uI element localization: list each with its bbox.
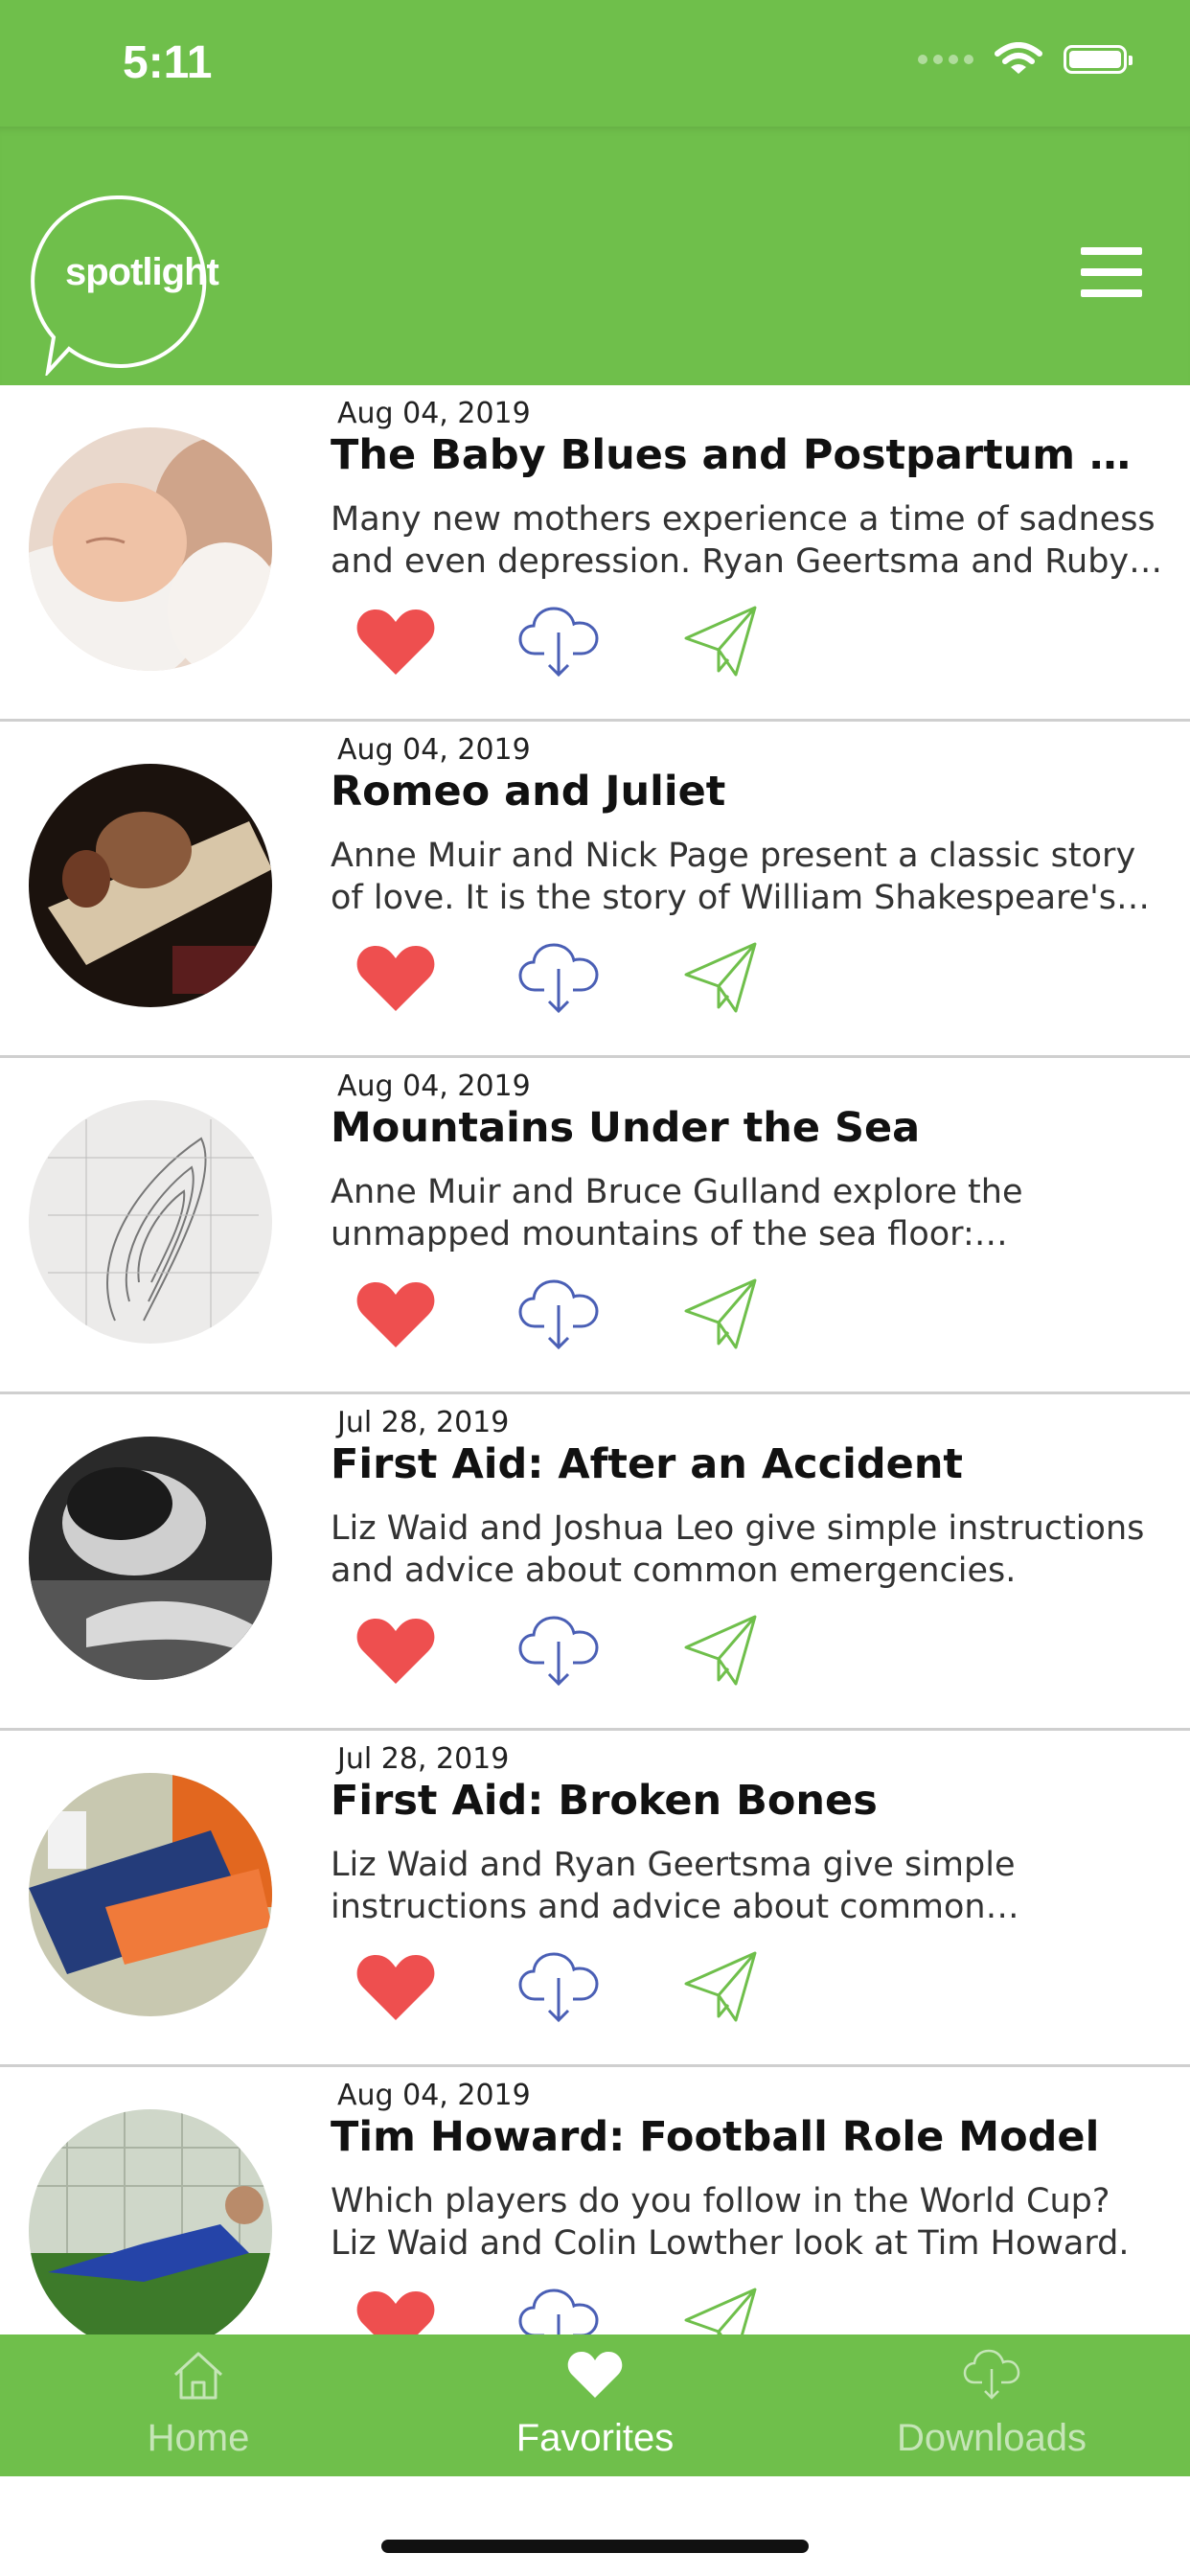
article-description: Liz Waid and Ryan Geertsma give simple i… (331, 1846, 1016, 1926)
article-date: Aug 04, 2019 (337, 397, 531, 430)
logo-text: spotlight (65, 251, 219, 293)
heart-icon[interactable] (355, 1613, 437, 1688)
spotlight-logo[interactable]: spotlight (31, 194, 219, 379)
article-date: Aug 04, 2019 (337, 1070, 531, 1103)
article-title[interactable]: First Aid: Broken Bones (331, 1777, 1164, 1825)
tab-label: Favorites (515, 2417, 675, 2459)
article-item[interactable]: Aug 04, 2019 Romeo and Juliet Anne Muir … (0, 722, 1190, 1058)
article-list[interactable]: Aug 04, 2019 The Baby Blues and Postpart… (0, 385, 1190, 2334)
article-date: Jul 28, 2019 (337, 1406, 510, 1439)
article-title[interactable]: Tim Howard: Football Role Model (331, 2113, 1164, 2161)
article-title[interactable]: Romeo and Juliet (331, 768, 1164, 816)
article-title[interactable]: First Aid: After an Accident (331, 1440, 1164, 1488)
article-thumbnail[interactable] (29, 427, 272, 671)
article-item[interactable]: Jul 28, 2019 First Aid: Broken Bones Liz… (0, 1731, 1190, 2067)
article-item[interactable]: Aug 04, 2019 Tim Howard: Football Role M… (0, 2067, 1190, 2334)
tab-label: Home (147, 2417, 250, 2459)
status-bar: 5:11 (0, 0, 1190, 126)
paper-plane-icon[interactable] (680, 1613, 763, 1688)
article-thumbnail[interactable] (29, 1437, 272, 1680)
heart-icon[interactable] (355, 1276, 437, 1351)
hamburger-menu-button[interactable] (1081, 247, 1142, 297)
paper-plane-icon[interactable] (680, 1276, 763, 1351)
article-description: Anne Muir and Nick Page present a classi… (331, 837, 1136, 917)
cloud-download-icon[interactable] (517, 940, 600, 1015)
article-item[interactable]: Aug 04, 2019 Mountains Under the Sea Ann… (0, 1058, 1190, 1394)
home-indicator-area (0, 2476, 1190, 2576)
battery-icon (1064, 45, 1133, 74)
cloud-download-icon[interactable] (517, 2286, 600, 2334)
article-thumbnail[interactable] (29, 764, 272, 1007)
cloud-download-icon[interactable] (517, 1613, 600, 1688)
tab-bar: Home Favorites Downloads (0, 2334, 1190, 2476)
article-description: Which players do you follow in the World… (331, 2182, 1130, 2263)
tab-downloads[interactable]: Downloads (793, 2334, 1190, 2476)
paper-plane-icon[interactable] (680, 604, 763, 678)
tab-favorites[interactable]: Favorites (397, 2334, 793, 2476)
heart-icon[interactable] (355, 2286, 437, 2334)
paper-plane-icon[interactable] (680, 940, 763, 1015)
heart-icon (567, 2352, 623, 2398)
heart-icon[interactable] (355, 604, 437, 678)
article-date: Jul 28, 2019 (337, 1742, 510, 1776)
article-title[interactable]: Mountains Under the Sea (331, 1104, 1164, 1152)
home-indicator[interactable] (381, 2540, 809, 2553)
status-icons (918, 42, 1133, 77)
article-description: Liz Waid and Joshua Leo give simple inst… (331, 1509, 1145, 1590)
paper-plane-icon[interactable] (680, 2286, 763, 2334)
article-item[interactable]: Aug 04, 2019 The Baby Blues and Postpart… (0, 385, 1190, 722)
cloud-download-icon[interactable] (517, 604, 600, 678)
article-item[interactable]: Jul 28, 2019 First Aid: After an Acciden… (0, 1394, 1190, 1731)
article-thumbnail[interactable] (29, 2109, 272, 2334)
heart-icon[interactable] (355, 940, 437, 1015)
heart-icon[interactable] (355, 1949, 437, 2024)
article-thumbnail[interactable] (29, 1100, 272, 1344)
article-thumbnail[interactable] (29, 1773, 272, 2016)
cloud-download-icon[interactable] (517, 1949, 600, 2024)
cloud-download-icon[interactable] (517, 1276, 600, 1351)
article-date: Aug 04, 2019 (337, 2079, 531, 2112)
house-icon (173, 2352, 223, 2400)
article-title[interactable]: The Baby Blues and Postpartum Depression (331, 431, 1164, 479)
wifi-icon (995, 42, 1042, 74)
article-description: Anne Muir and Bruce Gulland explore the … (331, 1173, 1023, 1254)
signal-icon (918, 55, 973, 64)
article-date: Aug 04, 2019 (337, 733, 531, 767)
tab-label: Downloads (897, 2417, 1087, 2459)
article-description: Many new mothers experience a time of sa… (331, 500, 1156, 581)
status-time: 5:11 (123, 37, 213, 88)
paper-plane-icon[interactable] (680, 1949, 763, 2024)
tab-home[interactable]: Home (0, 2334, 397, 2476)
cloud-download-icon (963, 2349, 1020, 2400)
app-header: spotlight (0, 126, 1190, 385)
